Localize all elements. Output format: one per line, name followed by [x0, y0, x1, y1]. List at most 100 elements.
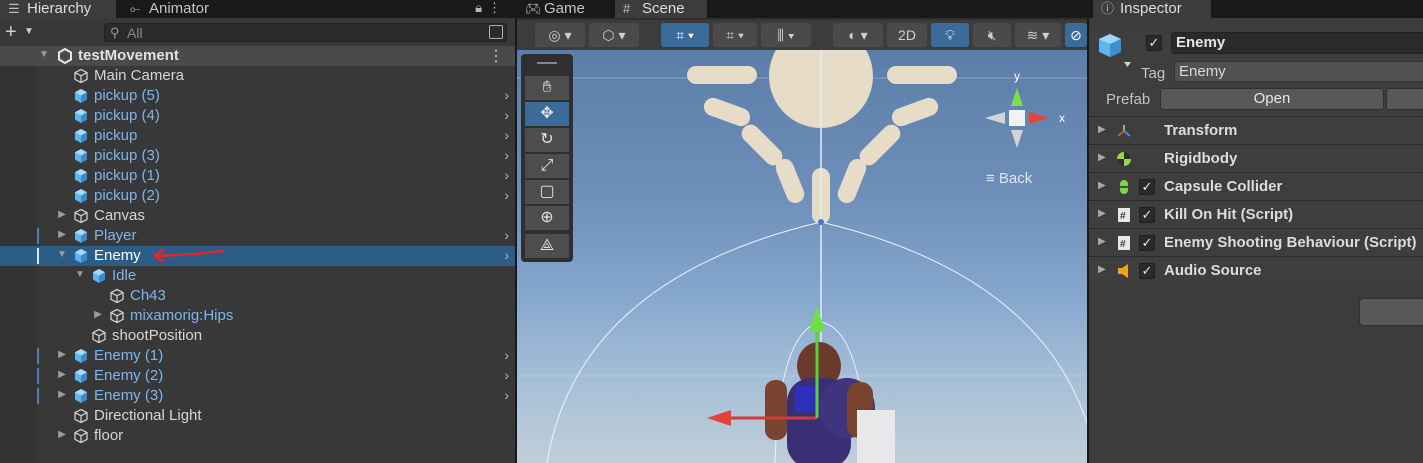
component-enabled-checkbox[interactable]: ✓ [1139, 207, 1155, 223]
component-header[interactable]: ▶ Transform [1089, 116, 1423, 144]
component-enabled-checkbox[interactable]: ✓ [1139, 179, 1155, 195]
create-plus-button[interactable]: + [5, 21, 17, 44]
chevron-right-icon[interactable]: › [504, 107, 509, 123]
expand-arrow-icon[interactable]: ▼ [56, 249, 68, 260]
move-tool-button[interactable]: ✥ [525, 102, 569, 126]
kebab-menu-icon[interactable]: ⋮ [488, 0, 507, 15]
tab-game[interactable]: 🎮︎ Game [517, 0, 613, 18]
scene-row[interactable]: ▼ testMovement ⋮ [0, 46, 515, 66]
chevron-right-icon[interactable]: › [504, 147, 509, 163]
expand-arrow-icon[interactable]: ▶ [56, 349, 68, 360]
search-input[interactable] [127, 24, 477, 41]
expand-arrow-icon[interactable]: ▶ [56, 389, 68, 400]
hierarchy-row[interactable]: Ch43 [0, 286, 515, 306]
grid-snap-button[interactable]: ⌗ ▾ [661, 23, 709, 47]
orientation-gizmo[interactable]: y x [985, 69, 1065, 148]
expand-arrow-icon[interactable]: ▶ [56, 229, 68, 240]
chevron-right-icon[interactable]: › [504, 367, 509, 383]
tab-animator[interactable]: ⟜ Animator [122, 0, 217, 18]
hierarchy-row[interactable]: ▼ Idle [0, 266, 515, 286]
ruler-dropdown[interactable]: ⫼ ▾ [761, 23, 811, 47]
component-header[interactable]: ▶ # ✓ Enemy Shooting Behaviour (Script) [1089, 228, 1423, 256]
custom-tool-button[interactable]: ⟁ [525, 234, 569, 258]
hierarchy-row[interactable]: pickup › [0, 126, 515, 146]
tab-hierarchy[interactable]: ☰ Hierarchy [0, 0, 116, 18]
back-view-label[interactable]: ≡ Back [986, 170, 1032, 187]
component-header[interactable]: ▶ ✓ Capsule Collider [1089, 172, 1423, 200]
effects-dropdown[interactable]: ≋ ▾ [1015, 23, 1061, 47]
expand-arrow-icon[interactable]: ▼ [38, 49, 50, 60]
hierarchy-row[interactable]: pickup (3) › [0, 146, 515, 166]
prefab-open-button[interactable]: Open [1160, 88, 1384, 110]
expand-arrow-icon[interactable]: ▶ [56, 209, 68, 220]
hierarchy-row[interactable]: ▶ mixamorig:Hips [0, 306, 515, 326]
expand-arrow-icon[interactable]: ▶ [56, 369, 68, 380]
scene-viewport[interactable]: y x ✋︎ ✥ ↻ ⤢ ▢ ⊕ ⟁ ≡ Back [517, 50, 1087, 463]
expand-arrow-icon[interactable]: ▶ [1098, 208, 1106, 219]
tab-hierarchy-label: Hierarchy [27, 0, 92, 17]
chevron-right-icon[interactable]: › [504, 127, 509, 143]
rotate-tool-button[interactable]: ↻ [525, 128, 569, 152]
gizmo-orientation-dropdown[interactable]: ◐ ▾ [833, 23, 883, 47]
expand-arrow-icon[interactable]: ▶ [92, 309, 104, 320]
hierarchy-row[interactable]: ▶ Enemy (3) › [0, 386, 515, 406]
hierarchy-row[interactable]: pickup (2) › [0, 186, 515, 206]
component-header[interactable]: ▶ ✓ Audio Source [1089, 256, 1423, 284]
expand-arrow-icon[interactable]: ▶ [1098, 124, 1106, 135]
hierarchy-row[interactable]: pickup (5) › [0, 86, 515, 106]
transform-tool-button[interactable]: ⊕ [525, 206, 569, 230]
active-checkbox[interactable]: ✓ [1146, 35, 1162, 51]
hierarchy-search[interactable]: ⚲ [104, 23, 507, 42]
component-enabled-checkbox[interactable]: ✓ [1139, 235, 1155, 251]
hierarchy-row[interactable]: ▶ Enemy (2) › [0, 366, 515, 386]
hierarchy-row[interactable]: ▼ Enemy › [0, 246, 515, 266]
hierarchy-row[interactable]: pickup (1) › [0, 166, 515, 186]
hierarchy-row[interactable]: ▶ Canvas [0, 206, 515, 226]
expand-arrow-icon[interactable]: ▶ [56, 429, 68, 440]
chevron-right-icon[interactable]: › [504, 227, 509, 243]
chevron-down-icon[interactable]: ▼ [24, 26, 34, 37]
scale-tool-button[interactable]: ⤢ [525, 154, 569, 178]
lighting-toggle[interactable]: 💡︎ [931, 23, 969, 47]
expand-arrow-icon[interactable]: ▶ [1098, 236, 1106, 247]
hierarchy-row[interactable]: shootPosition [0, 326, 515, 346]
component-enabled-checkbox[interactable]: ✓ [1139, 263, 1155, 279]
hierarchy-row[interactable]: ▶ floor [0, 426, 515, 446]
tab-inspector[interactable]: ⓘ Inspector [1093, 0, 1211, 18]
render-mode-dropdown[interactable]: ⬡ ▾ [589, 23, 639, 47]
rect-tool-button[interactable]: ▢ [525, 180, 569, 204]
tab-scene[interactable]: # Scene [615, 0, 707, 18]
tag-dropdown[interactable]: Enemy [1174, 61, 1423, 82]
increment-snap-button[interactable]: ⌗ ▾ [713, 23, 757, 47]
lock-icon[interactable]: 🔒︎ [475, 0, 488, 15]
scene-visibility-toggle[interactable]: ⊘ [1065, 23, 1087, 47]
expand-arrow-icon[interactable]: ▶ [1098, 152, 1106, 163]
hierarchy-row[interactable]: pickup (4) › [0, 106, 515, 126]
expand-arrow-icon[interactable]: ▶ [1098, 180, 1106, 191]
mode-2d-button[interactable]: 2D [887, 23, 927, 47]
object-name-field[interactable]: Enemy [1171, 32, 1423, 54]
scene-menu-icon[interactable]: ⋮ [488, 46, 504, 66]
chevron-right-icon[interactable]: › [504, 167, 509, 183]
component-header[interactable]: ▶ Rigidbody [1089, 144, 1423, 172]
chevron-right-icon[interactable]: › [504, 247, 509, 263]
component-header[interactable]: ▶ # ✓ Kill On Hit (Script) [1089, 200, 1423, 228]
chevron-right-icon[interactable]: › [504, 387, 509, 403]
chevron-right-icon[interactable]: › [504, 87, 509, 103]
expand-arrow-icon[interactable]: ▶ [1098, 264, 1106, 275]
hierarchy-row[interactable]: ▶ Enemy (1) › [0, 346, 515, 366]
chevron-right-icon[interactable]: › [504, 347, 509, 363]
add-component-button[interactable] [1359, 298, 1423, 326]
hand-tool-button[interactable]: ✋︎ [525, 76, 569, 100]
hierarchy-row[interactable]: Directional Light [0, 406, 515, 426]
search-options-icon[interactable] [489, 25, 503, 39]
hierarchy-row[interactable]: Main Camera [0, 66, 515, 86]
draw-mode-dropdown[interactable]: ◎ ▾ [535, 23, 585, 47]
gameobject-cube-icon[interactable] [1097, 32, 1131, 70]
palette-grip[interactable] [537, 62, 557, 64]
expand-arrow-icon[interactable]: ▼ [74, 269, 86, 280]
chevron-right-icon[interactable]: › [504, 187, 509, 203]
audio-toggle[interactable]: 🔇︎ [973, 23, 1011, 47]
prefab-select-button[interactable] [1386, 88, 1423, 110]
hierarchy-row[interactable]: ▶ Player › [0, 226, 515, 246]
